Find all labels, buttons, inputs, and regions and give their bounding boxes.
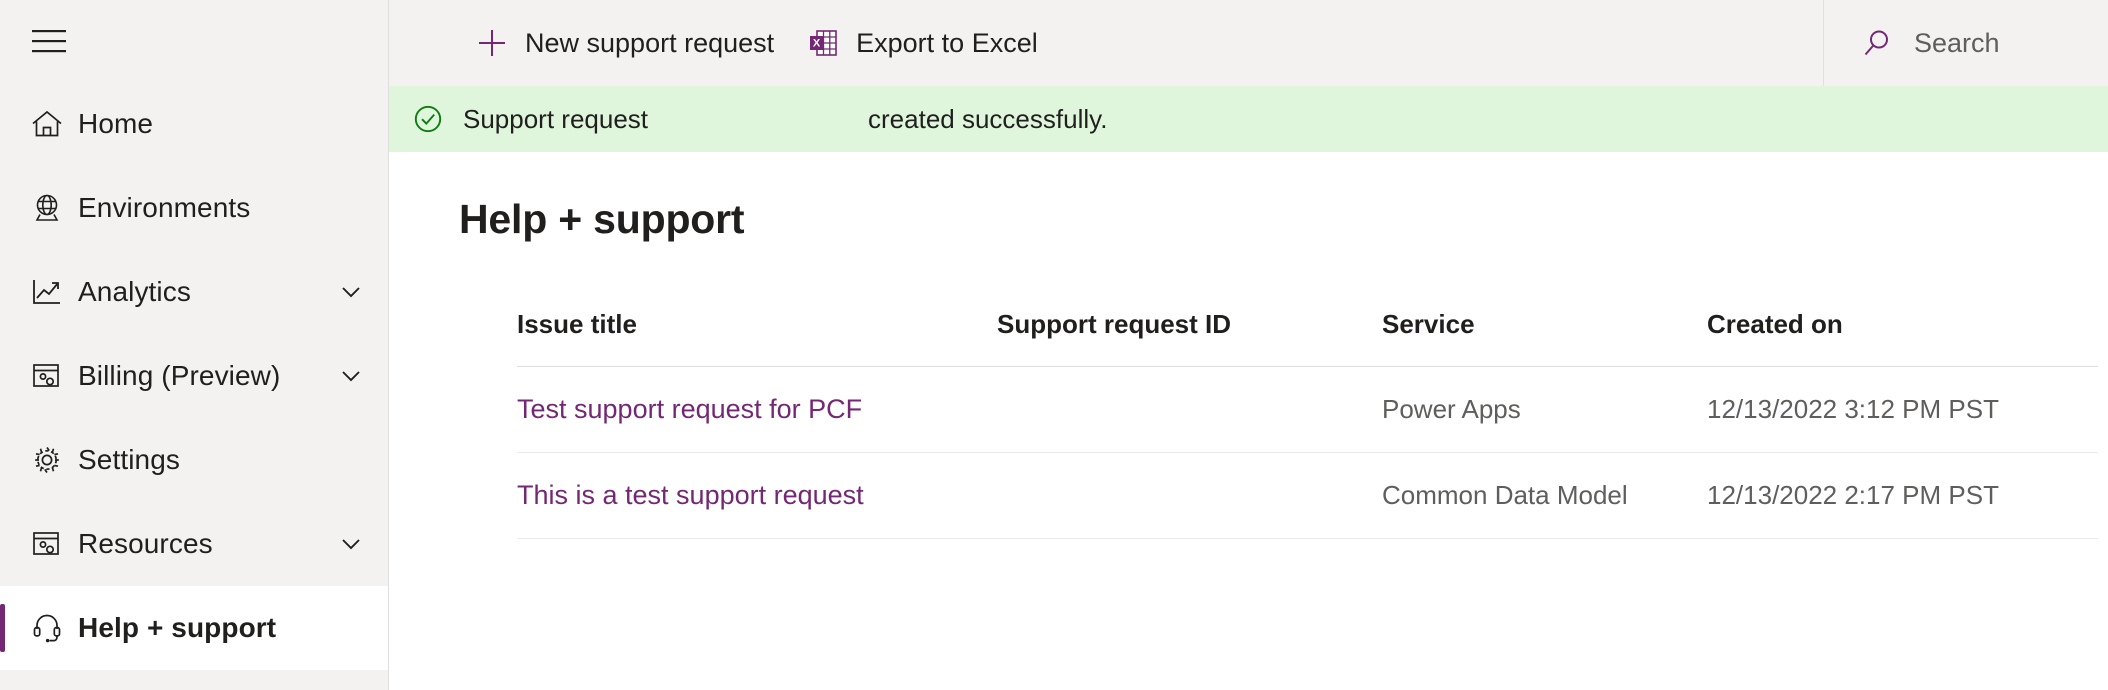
issue-title-link[interactable]: This is a test support request — [517, 480, 864, 510]
search-placeholder-text: Search — [1914, 27, 2000, 58]
sidebar-item-label: Resources — [78, 528, 213, 559]
sidebar-item-label: Help + support — [78, 612, 277, 643]
gear-icon — [16, 442, 78, 478]
message-prefix: Support request — [463, 103, 649, 134]
cell-service: Common Data Model — [1382, 452, 1707, 539]
cell-created-on: 12/13/2022 3:12 PM PST — [1707, 366, 2098, 453]
sidebar-item-help-support[interactable]: Help + support — [0, 586, 388, 670]
cell-issue-title: This is a test support request — [517, 452, 997, 539]
cell-issue-title: Test support request for PCF — [517, 366, 997, 453]
support-requests-table: Issue title Support request ID Service C… — [517, 309, 2098, 539]
cell-service: Power Apps — [1382, 366, 1707, 453]
sidebar-item-home[interactable]: Home — [0, 82, 388, 166]
resources-icon — [16, 526, 78, 562]
sidebar-item-billing[interactable]: Billing (Preview) — [0, 334, 388, 418]
success-message-text: Support request created successfully. — [463, 104, 1107, 135]
hamburger-menu-button[interactable] — [18, 12, 80, 74]
search-box[interactable]: Search — [1823, 0, 2108, 86]
checkmark-circle-icon — [411, 102, 445, 136]
column-header-issue-title[interactable]: Issue title — [517, 309, 997, 367]
svg-text:X: X — [813, 38, 821, 50]
cell-support-request-id — [997, 366, 1382, 453]
chevron-down-icon[interactable] — [334, 530, 368, 558]
sidebar-item-label: Analytics — [78, 276, 191, 307]
table-row[interactable]: This is a test support request Common Da… — [517, 452, 2098, 539]
line-chart-icon — [16, 274, 78, 310]
support-requests-table-wrapper: Issue title Support request ID Service C… — [459, 309, 2108, 539]
app-root: Home Environments Analytics Billing (Pre… — [0, 0, 2108, 690]
message-suffix: created successfully. — [868, 103, 1108, 134]
sidebar-item-label: Billing (Preview) — [78, 360, 281, 391]
sidebar-nav-list: Home Environments Analytics Billing (Pre… — [0, 82, 388, 670]
issue-title-link[interactable]: Test support request for PCF — [517, 394, 862, 424]
sidebar: Home Environments Analytics Billing (Pre… — [0, 0, 389, 690]
sidebar-item-resources[interactable]: Resources — [0, 502, 388, 586]
plus-icon — [475, 26, 509, 60]
sidebar-item-analytics[interactable]: Analytics — [0, 250, 388, 334]
cell-created-on: 12/13/2022 2:17 PM PST — [1707, 452, 2098, 539]
command-bar: New support request X Export to Excel Se… — [389, 0, 2108, 86]
page-title: Help + support — [459, 196, 745, 242]
chevron-down-icon[interactable] — [334, 278, 368, 306]
search-icon — [1860, 26, 1894, 60]
headset-icon — [16, 610, 78, 646]
column-header-created-on[interactable]: Created on — [1707, 309, 2098, 367]
sidebar-item-label: Home — [78, 108, 154, 139]
sidebar-item-settings[interactable]: Settings — [0, 418, 388, 502]
column-header-support-request-id[interactable]: Support request ID — [997, 309, 1382, 367]
table-body: Test support request for PCF Power Apps … — [517, 366, 2098, 539]
home-icon — [16, 106, 78, 142]
sidebar-item-environments[interactable]: Environments — [0, 166, 388, 250]
excel-icon: X — [806, 26, 840, 60]
globe-icon — [16, 190, 78, 226]
table-header-row: Issue title Support request ID Service C… — [517, 309, 2098, 367]
new-support-request-label: New support request — [525, 27, 775, 58]
export-to-excel-label: Export to Excel — [856, 27, 1038, 58]
export-to-excel-button[interactable]: X Export to Excel — [790, 10, 1054, 76]
hamburger-menu-icon — [32, 28, 66, 59]
billing-icon — [16, 358, 78, 394]
content-area: Help + support Issue title Support reque… — [389, 152, 2108, 690]
column-header-service[interactable]: Service — [1382, 309, 1707, 367]
sidebar-item-label: Environments — [78, 192, 251, 223]
table-header: Issue title Support request ID Service C… — [517, 309, 2098, 367]
sidebar-item-label: Settings — [78, 444, 180, 475]
table-row[interactable]: Test support request for PCF Power Apps … — [517, 366, 2098, 453]
new-support-request-button[interactable]: New support request — [459, 10, 790, 76]
main-area: New support request X Export to Excel Se… — [389, 0, 2108, 690]
cell-support-request-id — [997, 452, 1382, 539]
sidebar-header — [0, 4, 388, 82]
chevron-down-icon[interactable] — [334, 362, 368, 390]
success-message-bar: Support request created successfully. — [389, 86, 2108, 152]
